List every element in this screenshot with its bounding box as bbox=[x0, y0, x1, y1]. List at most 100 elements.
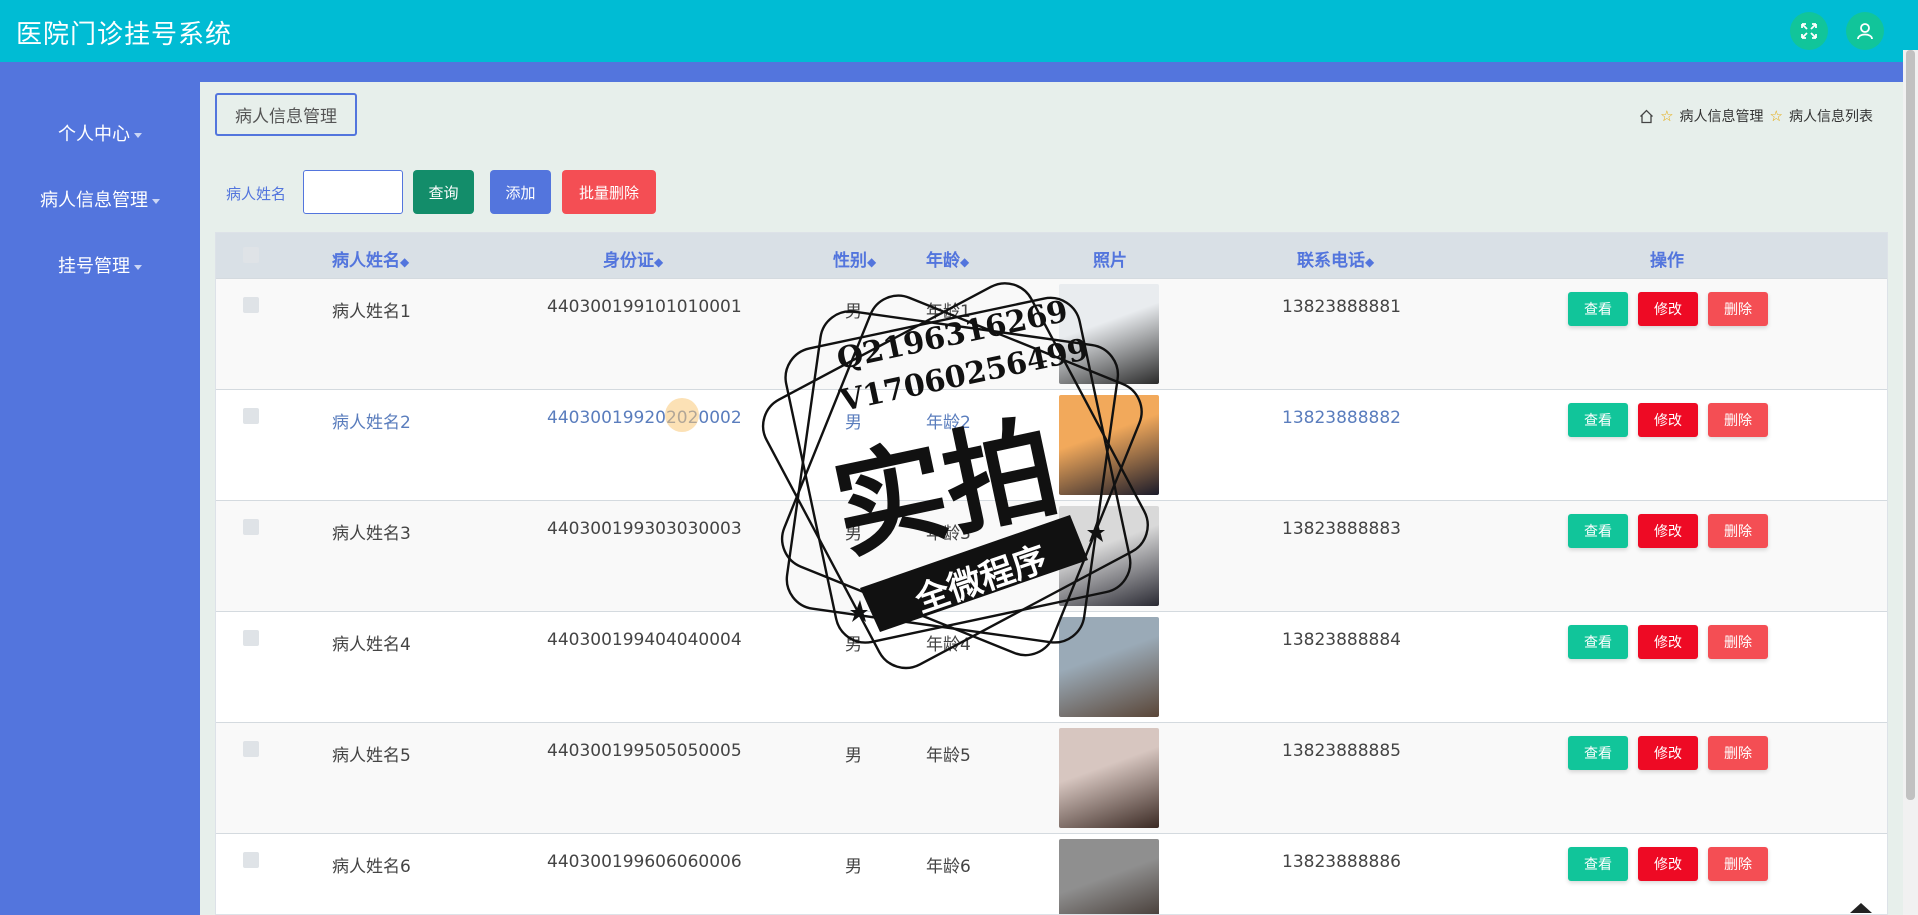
cell-gender: 男 bbox=[845, 635, 862, 655]
breadcrumb: ☆ 病人信息管理 ☆ 病人信息列表 bbox=[1639, 106, 1873, 126]
patient-photo[interactable] bbox=[1059, 395, 1159, 495]
cursor-highlight bbox=[665, 398, 699, 432]
chevron-down-icon bbox=[152, 198, 160, 204]
view-button[interactable]: 查看 bbox=[1568, 403, 1628, 437]
row-checkbox[interactable] bbox=[243, 408, 259, 424]
page-title-tab: 病人信息管理 bbox=[215, 93, 357, 136]
cell-name: 病人姓名1 bbox=[332, 302, 411, 322]
cell-id-card: 440300199505050005 bbox=[547, 741, 742, 761]
star-icon: ☆ bbox=[1660, 107, 1674, 125]
cell-id-card: 440300199303030003 bbox=[547, 519, 742, 539]
patient-photo[interactable] bbox=[1059, 728, 1159, 828]
patient-photo[interactable] bbox=[1059, 617, 1159, 717]
breadcrumb-item[interactable]: 病人信息管理 bbox=[1680, 106, 1764, 126]
sort-icon: ◆ bbox=[654, 255, 664, 269]
delete-button[interactable]: 删除 bbox=[1708, 403, 1768, 437]
row-checkbox[interactable] bbox=[243, 519, 259, 535]
cell-phone: 13823888884 bbox=[1282, 630, 1401, 650]
top-header: 医院门诊挂号系统 bbox=[0, 0, 1918, 62]
edit-button[interactable]: 修改 bbox=[1638, 403, 1698, 437]
search-label: 病人姓名 bbox=[226, 185, 287, 203]
sidebar-item-patient-info[interactable]: 病人信息管理 bbox=[0, 186, 200, 212]
table-row: 病人姓名2 440300199202020002 男 年龄2 13823888882 查看… bbox=[216, 389, 1887, 500]
row-checkbox[interactable] bbox=[243, 741, 259, 757]
breadcrumb-item: 病人信息列表 bbox=[1789, 109, 1873, 125]
edit-button[interactable]: 修改 bbox=[1638, 847, 1698, 881]
sidebar-item-label: 病人信息管理 bbox=[40, 190, 148, 211]
sort-icon: ◆ bbox=[1365, 255, 1375, 269]
home-icon[interactable] bbox=[1639, 109, 1654, 124]
cell-name: 病人姓名3 bbox=[332, 524, 411, 544]
cell-id-card: 440300199606060006 bbox=[547, 852, 742, 872]
sidebar-item-label: 个人中心 bbox=[58, 124, 130, 145]
view-button[interactable]: 查看 bbox=[1568, 625, 1628, 659]
table-header: 病人姓名◆ 身份证◆ 性别◆ 年龄◆ 照片 联系电话◆ 操作 bbox=[216, 233, 1887, 278]
delete-button[interactable]: 删除 bbox=[1708, 514, 1768, 548]
patient-photo[interactable] bbox=[1059, 506, 1159, 606]
sidebar-item-personal-center[interactable]: 个人中心 bbox=[0, 120, 200, 146]
column-header-phone[interactable]: 联系电话◆ bbox=[1297, 246, 1374, 271]
batch-delete-button[interactable]: 批量删除 bbox=[562, 170, 656, 214]
cell-id-card: 440300199101010001 bbox=[547, 297, 742, 317]
add-button[interactable]: 添加 bbox=[490, 170, 551, 214]
edit-button[interactable]: 修改 bbox=[1638, 514, 1698, 548]
column-header-age[interactable]: 年龄◆ bbox=[926, 246, 969, 271]
app-title: 医院门诊挂号系统 bbox=[16, 20, 233, 50]
edit-button[interactable]: 修改 bbox=[1638, 292, 1698, 326]
back-to-top-icon[interactable] bbox=[1846, 895, 1876, 915]
column-header-gender[interactable]: 性别◆ bbox=[833, 246, 876, 271]
cell-name: 病人姓名6 bbox=[332, 857, 411, 877]
cell-phone: 13823888885 bbox=[1282, 741, 1401, 761]
edit-button[interactable]: 修改 bbox=[1638, 625, 1698, 659]
page-scrollbar[interactable] bbox=[1903, 50, 1918, 915]
cell-age: 年龄3 bbox=[926, 524, 971, 544]
chevron-down-icon bbox=[134, 264, 142, 270]
cell-age: 年龄4 bbox=[926, 635, 971, 655]
main-content: 病人信息管理 ☆ 病人信息管理 ☆ 病人信息列表 病人姓名 查询 添加 批量删除… bbox=[200, 82, 1903, 915]
sidebar-item-label: 挂号管理 bbox=[58, 256, 130, 277]
sort-icon: ◆ bbox=[867, 255, 877, 269]
delete-button[interactable]: 删除 bbox=[1708, 736, 1768, 770]
delete-button[interactable]: 删除 bbox=[1708, 292, 1768, 326]
view-button[interactable]: 查看 bbox=[1568, 847, 1628, 881]
patient-name-search-input[interactable] bbox=[303, 170, 403, 214]
table-row: 病人姓名3 440300199303030003 男 年龄3 13823888883 查看… bbox=[216, 500, 1887, 611]
sidebar: 个人中心 病人信息管理 挂号管理 bbox=[0, 82, 200, 915]
table-row: 病人姓名1 440300199101010001 男 年龄1 13823888881 查看… bbox=[216, 278, 1887, 389]
column-header-name[interactable]: 病人姓名◆ bbox=[332, 246, 409, 271]
column-header-id-card[interactable]: 身份证◆ bbox=[603, 246, 663, 271]
cell-gender: 男 bbox=[845, 413, 862, 433]
row-checkbox[interactable] bbox=[243, 630, 259, 646]
sort-icon: ◆ bbox=[400, 255, 410, 269]
sidebar-item-registration[interactable]: 挂号管理 bbox=[0, 252, 200, 278]
cell-gender: 男 bbox=[845, 857, 862, 877]
view-button[interactable]: 查看 bbox=[1568, 514, 1628, 548]
cell-gender: 男 bbox=[845, 746, 862, 766]
cell-phone: 13823888883 bbox=[1282, 519, 1401, 539]
sort-icon: ◆ bbox=[960, 255, 970, 269]
select-all-checkbox[interactable] bbox=[243, 247, 259, 263]
user-icon[interactable] bbox=[1846, 12, 1884, 50]
cell-name: 病人姓名5 bbox=[332, 746, 411, 766]
fullscreen-icon[interactable] bbox=[1790, 12, 1828, 50]
view-button[interactable]: 查看 bbox=[1568, 292, 1628, 326]
cell-phone: 13823888886 bbox=[1282, 852, 1401, 872]
patient-photo[interactable] bbox=[1059, 284, 1159, 384]
edit-button[interactable]: 修改 bbox=[1638, 736, 1698, 770]
cell-id-card: 440300199404040004 bbox=[547, 630, 742, 650]
delete-button[interactable]: 删除 bbox=[1708, 847, 1768, 881]
query-button[interactable]: 查询 bbox=[413, 170, 474, 214]
cell-age: 年龄2 bbox=[926, 413, 971, 433]
row-checkbox[interactable] bbox=[243, 297, 259, 313]
cell-phone: 13823888882 bbox=[1282, 408, 1401, 428]
patient-photo[interactable] bbox=[1059, 839, 1159, 914]
table-row: 病人姓名4 440300199404040004 男 年龄4 13823888884 查看… bbox=[216, 611, 1887, 722]
table-row: 病人姓名5 440300199505050005 男 年龄5 13823888885 查看… bbox=[216, 722, 1887, 833]
cell-age: 年龄1 bbox=[926, 302, 971, 322]
delete-button[interactable]: 删除 bbox=[1708, 625, 1768, 659]
cell-gender: 男 bbox=[845, 302, 862, 322]
row-checkbox[interactable] bbox=[243, 852, 259, 868]
patient-table: 病人姓名◆ 身份证◆ 性别◆ 年龄◆ 照片 联系电话◆ 操作 病人姓名1 4403… bbox=[215, 232, 1888, 915]
view-button[interactable]: 查看 bbox=[1568, 736, 1628, 770]
scrollbar-thumb[interactable] bbox=[1906, 50, 1915, 800]
